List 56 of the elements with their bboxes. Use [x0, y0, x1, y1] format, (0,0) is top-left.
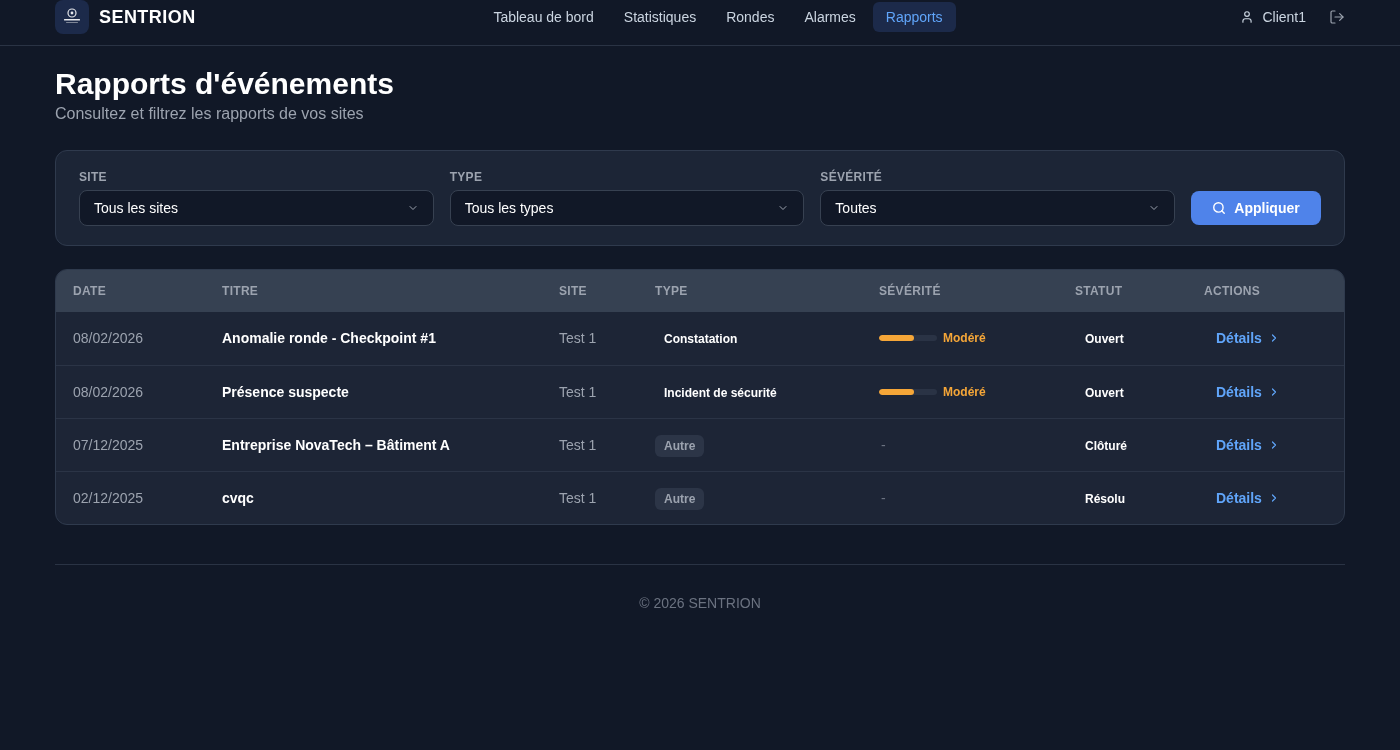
column-header: ACTIONS: [1187, 270, 1344, 312]
severity-label: Modéré: [943, 330, 986, 347]
table-cell: Test 1: [542, 418, 638, 471]
table-cell: 08/02/2026: [56, 312, 205, 365]
nav-tab[interactable]: Rapports: [872, 1, 956, 32]
filter-label: SÉVÉRITÉ: [820, 169, 884, 185]
filter-label: TYPE: [449, 169, 484, 185]
details-link[interactable]: Détails: [1204, 325, 1292, 352]
dropdown-field[interactable]: Toutes: [820, 190, 1175, 226]
details-link[interactable]: Détails: [1204, 378, 1292, 405]
status-label: Ouvert: [1084, 384, 1125, 402]
nav-tab[interactable]: Alarmes: [791, 1, 869, 32]
page-title: Rapports d'événements: [55, 66, 395, 102]
table-cell: 02/12/2025: [56, 471, 205, 524]
nav-tab[interactable]: Tableau de bord: [480, 1, 607, 32]
table-cell: Entreprise NovaTech – Bâtiment A: [205, 418, 542, 471]
status-label: Résolu: [1084, 490, 1126, 508]
table-cell: Anomalie ronde - Checkpoint #1: [205, 312, 542, 365]
type-tag: Autre: [655, 434, 705, 457]
brand-name: SENTRION: [99, 5, 196, 29]
severity-empty-text: -: [880, 489, 886, 506]
page-subtitle: Consultez et filtrez les rapports de vos sites: [55, 104, 365, 124]
column-header: TYPE: [638, 270, 862, 312]
dropdown-field[interactable]: Tous les sites: [79, 190, 434, 226]
apply-button[interactable]: Appliquer: [1191, 191, 1321, 225]
table-cell: Test 1: [542, 365, 638, 418]
table-cell: Test 1: [542, 312, 638, 365]
type-tag: Autre: [655, 487, 705, 510]
details-link[interactable]: Détails: [1204, 431, 1292, 458]
table-cell: cvqc: [205, 471, 542, 524]
severity-empty-text: -: [880, 436, 886, 453]
dropdown-field[interactable]: Tous les types: [449, 190, 805, 226]
type-tag: Constatation: [655, 328, 747, 351]
status-label: Ouvert: [1084, 331, 1125, 349]
nav-tab[interactable]: Statistiques: [610, 1, 710, 32]
table-cell: Présence suspecte: [205, 365, 542, 418]
table-cell: Test 1: [542, 471, 638, 524]
filter-label: SITE: [79, 169, 108, 185]
user-name: Client1: [1262, 7, 1306, 27]
nav-tab[interactable]: Rondes: [713, 1, 788, 32]
severity-label: Modéré: [943, 383, 986, 400]
column-header: SITE: [542, 270, 638, 312]
column-header: SÉVÉRITÉ: [862, 270, 1058, 312]
search-icon: [1212, 201, 1227, 215]
logout-icon: [1329, 8, 1345, 25]
details-link[interactable]: Détails: [1204, 484, 1292, 511]
type-tag: Incident de sécurité: [655, 381, 786, 404]
user-icon: [1240, 9, 1255, 24]
table-cell: 08/02/2026: [56, 365, 205, 418]
logo-icon: [55, 0, 89, 34]
column-header: TITRE: [205, 270, 542, 312]
table-cell: 07/12/2025: [56, 418, 205, 471]
status-label: Clôturé: [1084, 437, 1128, 455]
column-header: DATE: [56, 270, 205, 312]
copyright-text: © 2026 SENTRION: [639, 594, 761, 613]
column-header: STATUT: [1058, 270, 1187, 312]
